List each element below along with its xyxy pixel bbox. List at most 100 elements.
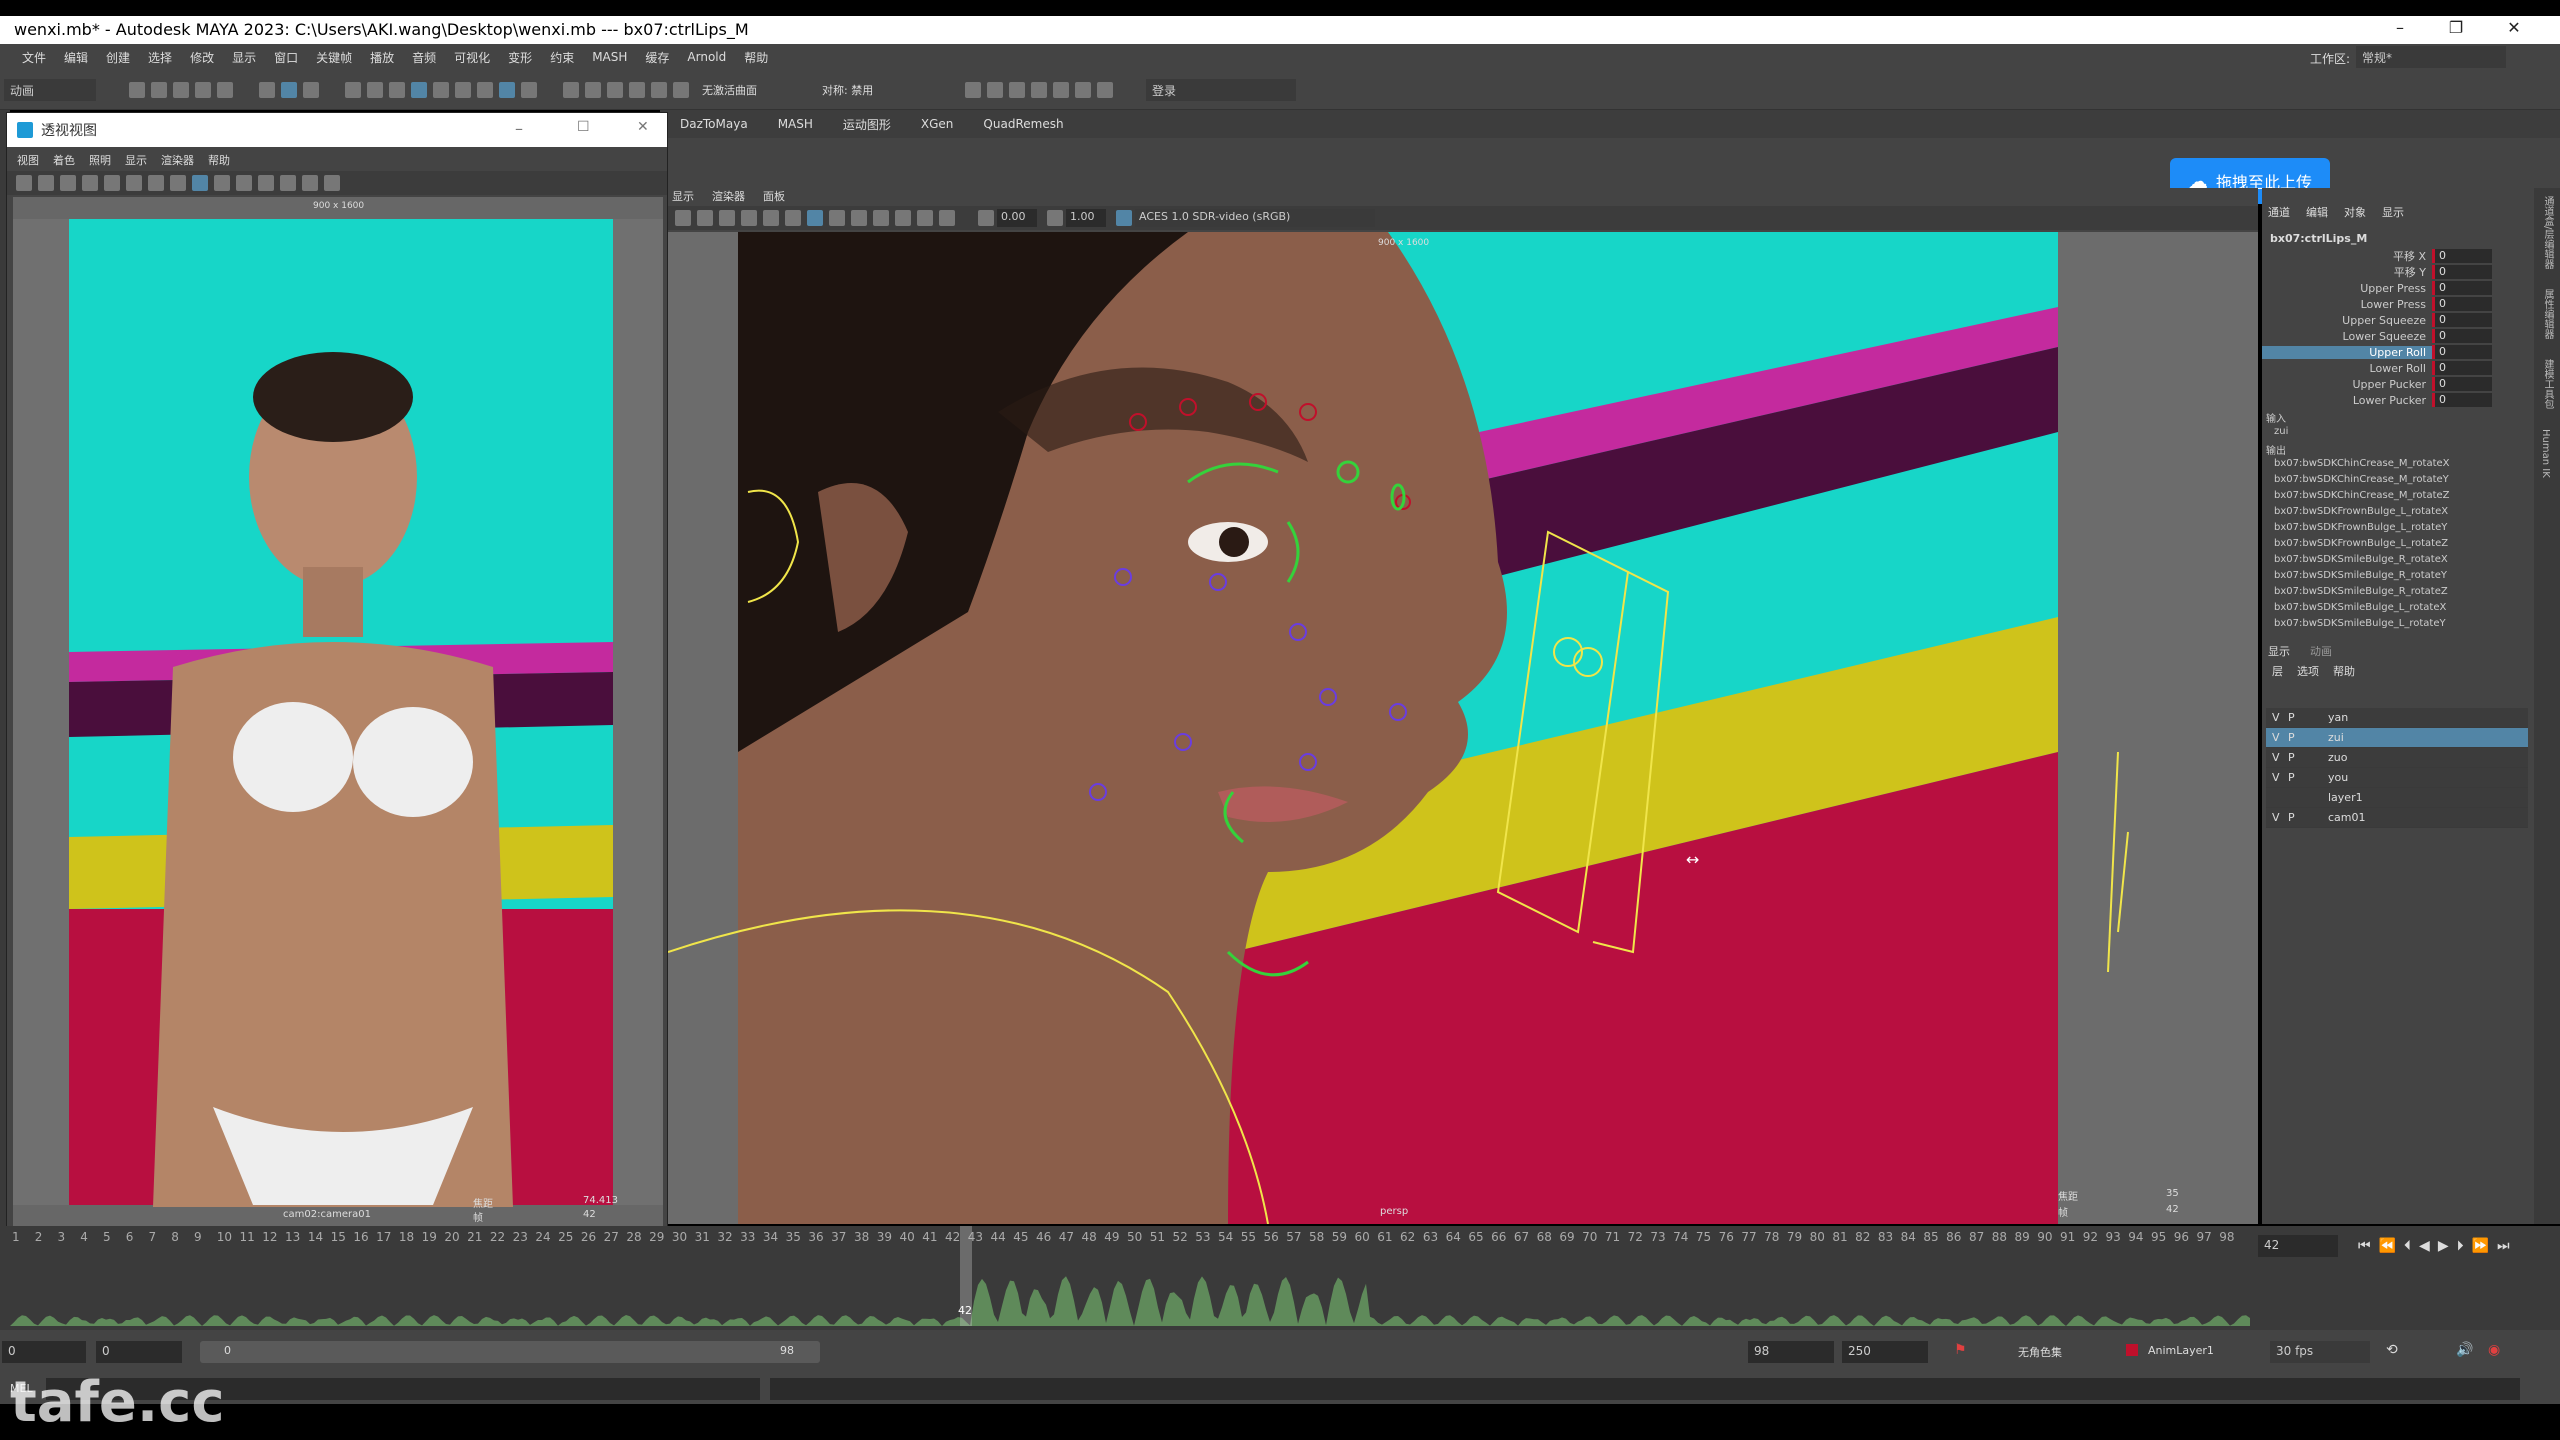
hypershade-icon[interactable] — [1031, 81, 1047, 98]
select-object-icon[interactable] — [281, 81, 297, 98]
layer-menu-layers[interactable]: 层 — [2272, 663, 2283, 679]
main-viewport[interactable]: 900 x 1600 persp 焦距 35 帧 42 ↔ — [668, 232, 2258, 1224]
color-management-icon[interactable] — [1116, 210, 1132, 226]
side-tab-channel-box[interactable]: 通道盒/层编辑器 — [2540, 196, 2555, 269]
gamma-field[interactable]: 1.00 — [1066, 209, 1106, 227]
side-tab-human-ik[interactable]: Human IK — [2540, 429, 2551, 478]
step-forward-key-icon[interactable]: ⏩ — [2472, 1238, 2489, 1254]
attr-row[interactable]: Upper Pucker 0 — [2262, 376, 2532, 392]
layer-visible-toggle[interactable]: V — [2266, 811, 2288, 824]
output-node[interactable]: bx07:bwSDKSmileBulge_L_rotateY — [2262, 618, 2532, 634]
layer-playback-toggle[interactable]: P — [2288, 771, 2328, 784]
menu-create[interactable]: 创建 — [106, 49, 130, 66]
xray-icon[interactable] — [302, 175, 318, 191]
cache-icon[interactable]: ◉ — [2488, 1342, 2500, 1358]
snap-projected-icon[interactable] — [629, 81, 645, 98]
output-node[interactable]: bx07:bwSDKChinCrease_M_rotateZ — [2262, 490, 2532, 506]
mask-handles-icon[interactable] — [345, 81, 361, 98]
step-back-key-icon[interactable]: ⏪ — [2379, 1238, 2396, 1254]
attr-value[interactable]: 0 — [2432, 393, 2492, 407]
scene-start-field[interactable]: 0 — [2, 1341, 86, 1363]
menu-mash[interactable]: MASH — [592, 50, 627, 64]
loop-icon[interactable]: ⟲ — [2386, 1342, 2398, 1358]
play-backward-icon[interactable]: ◀ — [2419, 1238, 2430, 1254]
redo-icon[interactable] — [217, 81, 233, 98]
mask-dynamics-icon[interactable] — [455, 81, 471, 98]
float-maximize-button[interactable]: ☐ — [577, 119, 590, 135]
make-live-icon[interactable] — [673, 81, 689, 98]
attr-value[interactable]: 0 — [2432, 361, 2492, 375]
smooth-shade-icon[interactable] — [192, 175, 208, 191]
panel-layout-icon[interactable] — [324, 175, 340, 191]
symmetry-label[interactable]: 对称: 禁用 — [822, 82, 922, 98]
snap-view-plane-icon[interactable] — [651, 81, 667, 98]
attr-row[interactable]: Upper Press 0 — [2262, 280, 2532, 296]
layer-visible-toggle[interactable]: V — [2266, 771, 2288, 784]
layer-playback-toggle[interactable]: P — [2288, 811, 2328, 824]
character-set-dropdown[interactable]: 无角色集 — [2018, 1344, 2062, 1360]
attr-value[interactable]: 0 — [2432, 265, 2492, 279]
mask-rendering-icon[interactable] — [477, 81, 493, 98]
minimize-button[interactable]: – — [2380, 18, 2420, 37]
mask-joints-icon[interactable] — [367, 81, 383, 98]
float-close-button[interactable]: ✕ — [637, 119, 649, 135]
render-frame-icon[interactable] — [965, 81, 981, 98]
attr-row[interactable]: Upper Squeeze 0 — [2262, 312, 2532, 328]
camera-attributes-icon[interactable] — [38, 175, 54, 191]
attr-value[interactable]: 0 — [2432, 281, 2492, 295]
layer-row[interactable]: V Pzuo — [2266, 748, 2528, 768]
float-window-titlebar[interactable]: 透视视图 – ☐ ✕ — [7, 113, 667, 147]
channel-menu-show[interactable]: 显示 — [2382, 204, 2404, 220]
render-settings-icon[interactable] — [1009, 81, 1025, 98]
attr-row[interactable]: 平移 Y 0 — [2262, 264, 2532, 280]
menu-select[interactable]: 选择 — [148, 49, 172, 66]
mask-misc-icon[interactable] — [499, 81, 515, 98]
main-textured-icon[interactable] — [829, 210, 845, 226]
menu-visualize[interactable]: 可视化 — [454, 49, 490, 66]
attr-row[interactable]: Lower Press 0 — [2262, 296, 2532, 312]
output-node[interactable]: bx07:bwSDKSmileBulge_R_rotateZ — [2262, 586, 2532, 602]
output-node[interactable]: bx07:bwSDKFrownBulge_L_rotateZ — [2262, 538, 2532, 554]
resolution-gate-icon[interactable] — [148, 175, 164, 191]
snap-curve-icon[interactable] — [585, 81, 601, 98]
float-menu-view[interactable]: 视图 — [17, 152, 39, 168]
attr-value[interactable]: 0 — [2432, 313, 2492, 327]
menu-arnold[interactable]: Arnold — [687, 50, 726, 64]
menu-display[interactable]: 显示 — [232, 49, 256, 66]
channel-menu-edit[interactable]: 编辑 — [2306, 204, 2328, 220]
fps-dropdown[interactable]: 30 fps — [2270, 1341, 2370, 1363]
attr-row-selected[interactable]: Upper Roll 0 — [2262, 344, 2532, 360]
pause-viewport-icon[interactable] — [1097, 81, 1113, 98]
menu-windows[interactable]: 窗口 — [274, 49, 298, 66]
main-shadows-icon[interactable] — [873, 210, 889, 226]
menu-deform[interactable]: 变形 — [508, 49, 532, 66]
attr-row[interactable]: 平移 X 0 — [2262, 248, 2532, 264]
layer-row[interactable]: V Pyan — [2266, 708, 2528, 728]
go-to-end-icon[interactable]: ⏭ — [2497, 1238, 2510, 1254]
menu-cache[interactable]: 缓存 — [645, 49, 669, 66]
wireframe-icon[interactable] — [170, 175, 186, 191]
gamma-icon[interactable] — [1047, 210, 1063, 226]
layer-row[interactable]: V Pcam01 — [2266, 808, 2528, 828]
layer-row-selected[interactable]: V Pzui — [2266, 728, 2528, 748]
float-menu-lighting[interactable]: 照明 — [89, 152, 111, 168]
attr-value[interactable]: 0 — [2432, 249, 2492, 263]
close-button[interactable]: ✕ — [2494, 18, 2534, 37]
main-resolution-gate-icon[interactable] — [763, 210, 779, 226]
attr-value[interactable]: 0 — [2432, 329, 2492, 343]
mask-surfaces-icon[interactable] — [411, 81, 427, 98]
menu-audio[interactable]: 音频 — [412, 49, 436, 66]
main-select-camera-icon[interactable] — [675, 210, 691, 226]
main-menu-panels[interactable]: 面板 — [763, 188, 785, 204]
select-component-icon[interactable] — [303, 81, 319, 98]
layer-playback-toggle[interactable]: P — [2288, 711, 2328, 724]
menu-constrain[interactable]: 约束 — [550, 49, 574, 66]
view-transform-dropdown[interactable]: ACES 1.0 SDR-video (sRGB) — [1135, 209, 1375, 227]
layer-menu-help[interactable]: 帮助 — [2333, 663, 2355, 679]
output-node[interactable]: bx07:bwSDKChinCrease_M_rotateY — [2262, 474, 2532, 490]
playback-end-field[interactable]: 98 — [1748, 1341, 1834, 1363]
current-frame-field[interactable]: 42 — [2258, 1235, 2338, 1257]
menu-playback[interactable]: 播放 — [370, 49, 394, 66]
layer-menu-options[interactable]: 选项 — [2297, 663, 2319, 679]
image-plane-icon[interactable] — [82, 175, 98, 191]
